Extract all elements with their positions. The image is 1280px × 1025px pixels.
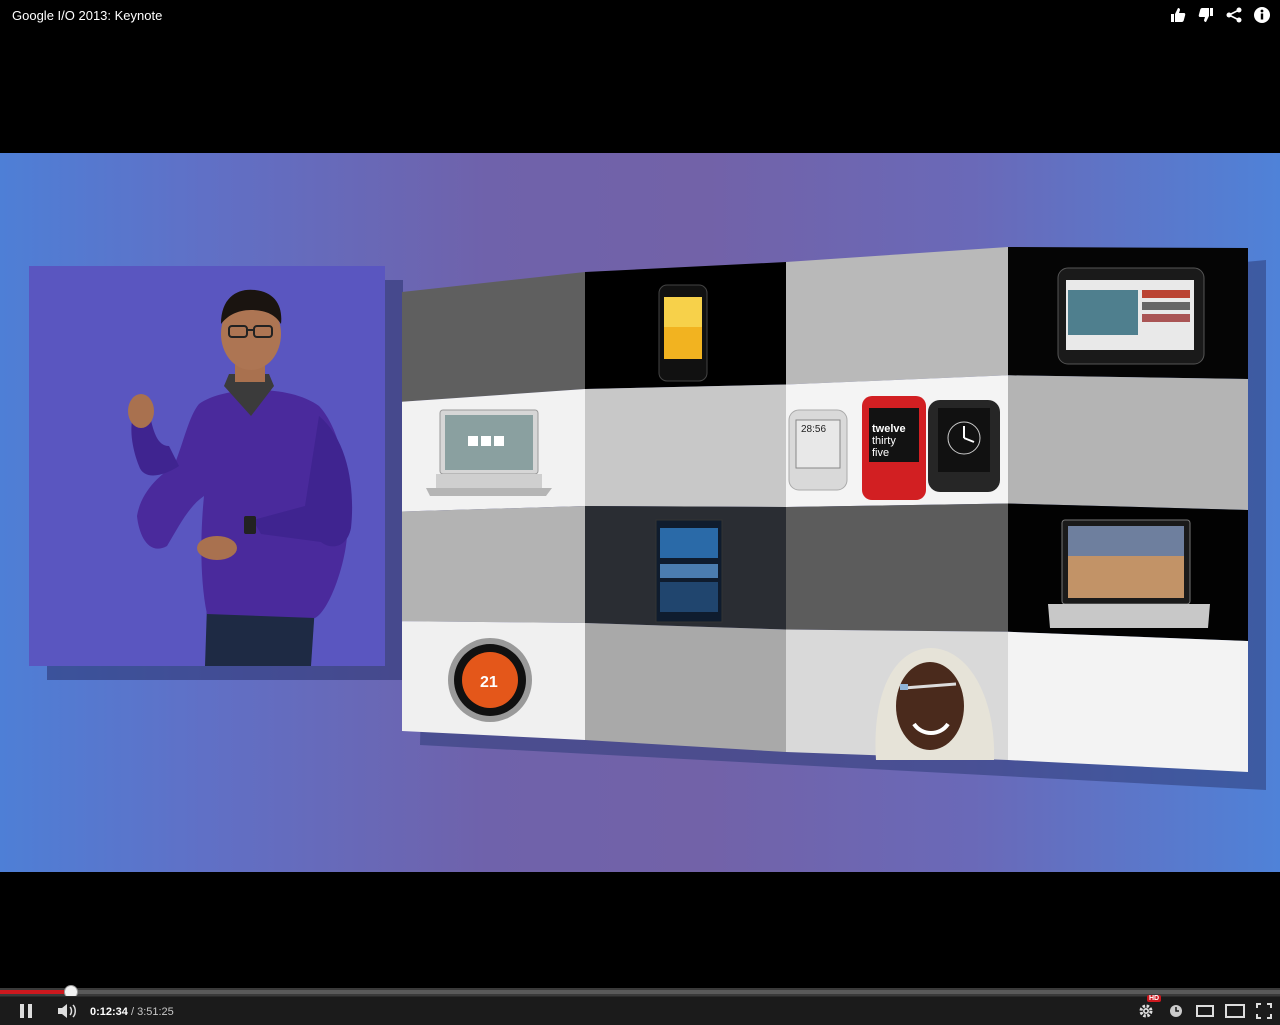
- time-display: 0:12:34 / 3:51:25: [90, 1006, 174, 1018]
- top-bar: Google I/O 2013: Keynote: [0, 0, 1280, 32]
- tile-plain: [402, 272, 585, 402]
- small-player-button[interactable]: [1194, 1002, 1216, 1020]
- gear-icon: [1139, 1004, 1153, 1018]
- pause-button[interactable]: [16, 1002, 36, 1020]
- tile-phone-art: [658, 284, 708, 382]
- top-actions: [1168, 5, 1272, 25]
- player-controls: 0:12:34 / 3:51:25 HD: [0, 995, 1280, 1025]
- info-icon[interactable]: [1252, 5, 1272, 25]
- tile-plain: [402, 506, 585, 623]
- tile-watches-art: 28:56 twelve thirty five: [788, 396, 1000, 500]
- progress-bar[interactable]: [0, 985, 1280, 999]
- volume-button[interactable]: [56, 1002, 80, 1020]
- watch-later-button[interactable]: [1166, 1002, 1186, 1020]
- hd-badge: HD: [1147, 995, 1162, 1002]
- tile-laptop-art: [1048, 519, 1210, 628]
- theater-icon: [1225, 1004, 1245, 1018]
- fullscreen-button[interactable]: [1254, 1002, 1274, 1020]
- watch-word-3: five: [872, 447, 889, 459]
- tile-plain: [786, 247, 1008, 385]
- tile-car-art: [655, 519, 723, 623]
- pause-icon: [20, 1004, 32, 1018]
- fullscreen-icon: [1256, 1003, 1272, 1019]
- tile-plain: [585, 384, 786, 507]
- volume-icon: [58, 1004, 76, 1018]
- video-frame[interactable]: 28:56 twelve thirty five 21: [0, 153, 1280, 872]
- settings-button[interactable]: [1136, 1002, 1156, 1020]
- like-icon[interactable]: [1168, 5, 1188, 25]
- dislike-icon[interactable]: [1196, 5, 1216, 25]
- current-time: 0:12:34: [90, 1006, 128, 1018]
- theater-mode-button[interactable]: [1224, 1002, 1246, 1020]
- watch-word-2: thirty: [872, 435, 896, 447]
- progress-loaded: [0, 990, 1280, 994]
- small-player-icon: [1196, 1005, 1214, 1017]
- thermostat-reading: 21: [480, 674, 498, 691]
- duration: / 3:51:25: [130, 1006, 174, 1018]
- tile-thermostat-art: 21: [448, 638, 532, 722]
- video-title[interactable]: Google I/O 2013: Keynote: [12, 8, 162, 23]
- tile-plain: [585, 623, 786, 752]
- device-wall: 28:56 twelve thirty five 21: [402, 247, 1266, 790]
- watch-digital-time: 28:56: [801, 424, 826, 435]
- tile-plain: [1008, 631, 1248, 772]
- tile-plain: [786, 503, 1008, 632]
- share-icon[interactable]: [1224, 5, 1244, 25]
- tile-tablet-art: [1057, 267, 1205, 365]
- watch-word-1: twelve: [872, 423, 906, 435]
- clock-icon: [1170, 1005, 1182, 1017]
- progress-played: [0, 990, 70, 994]
- tile-chromebook-art: [426, 409, 552, 496]
- tile-plain: [1008, 375, 1248, 510]
